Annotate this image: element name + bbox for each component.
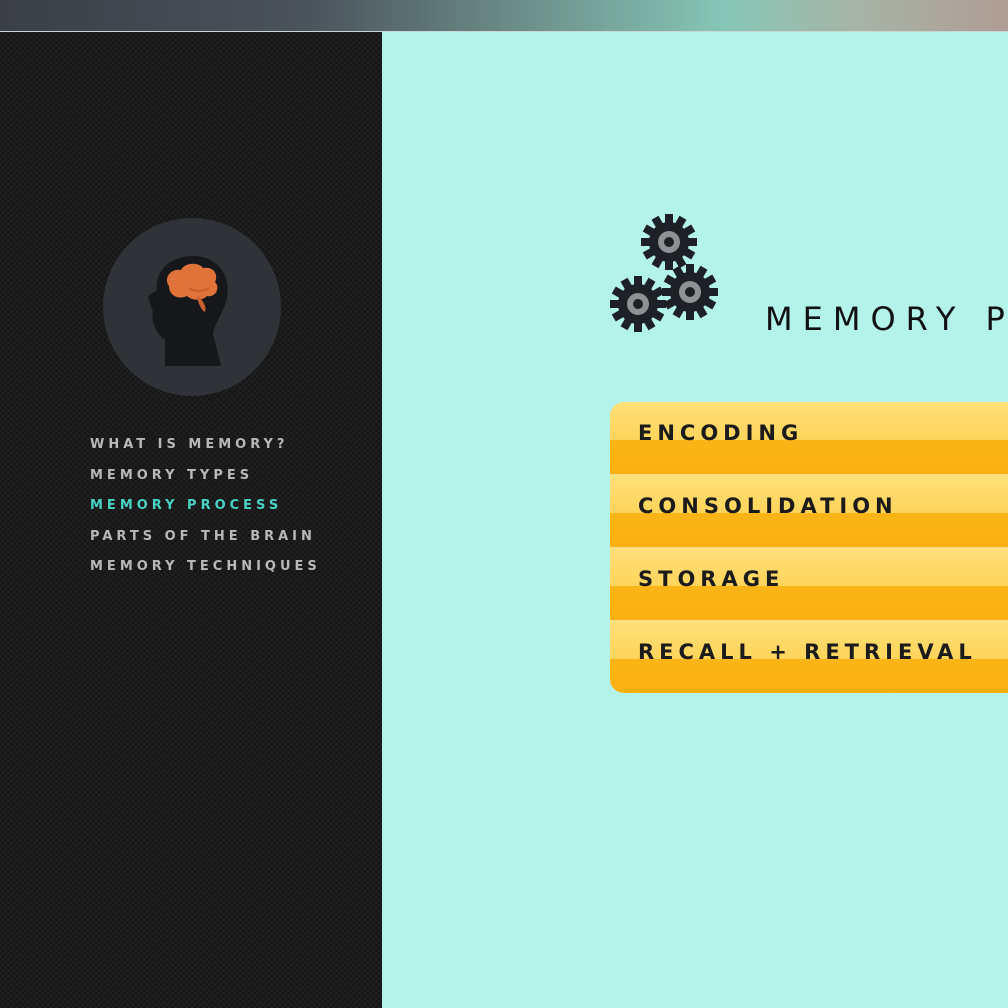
nav-item-memory-types[interactable]: MEMORY TYPES [90, 468, 321, 499]
main-nav: WHAT IS MEMORY? MEMORY TYPES MEMORY PROC… [90, 437, 321, 590]
nav-item-memory-techniques[interactable]: MEMORY TECHNIQUES [90, 559, 321, 590]
memory-process-steps: ENCODING CONSOLIDATION STORAGE RECALL + … [610, 402, 1008, 693]
step-label: ENCODING [638, 421, 804, 445]
step-recall-retrieval[interactable]: RECALL + RETRIEVAL [610, 621, 1008, 693]
gears-icon [610, 214, 718, 332]
browser-top-bar [0, 0, 1008, 32]
page-title: MEMORY P [765, 300, 1008, 338]
nav-item-what-is-memory[interactable]: WHAT IS MEMORY? [90, 437, 321, 468]
nav-item-memory-process[interactable]: MEMORY PROCESS [90, 498, 321, 529]
step-label: CONSOLIDATION [638, 494, 898, 518]
step-encoding[interactable]: ENCODING [610, 402, 1008, 475]
step-consolidation[interactable]: CONSOLIDATION [610, 475, 1008, 548]
step-label: RECALL + RETRIEVAL [638, 640, 977, 664]
main-content: MEMORY P ENCODING CONSOLIDATION STORAGE … [382, 32, 1008, 1008]
nav-item-parts-of-the-brain[interactable]: PARTS OF THE BRAIN [90, 529, 321, 560]
logo[interactable] [103, 218, 281, 396]
sidebar: WHAT IS MEMORY? MEMORY TYPES MEMORY PROC… [0, 32, 382, 1008]
step-storage[interactable]: STORAGE [610, 548, 1008, 621]
head-with-brain-icon [148, 256, 228, 366]
step-label: STORAGE [638, 567, 785, 591]
